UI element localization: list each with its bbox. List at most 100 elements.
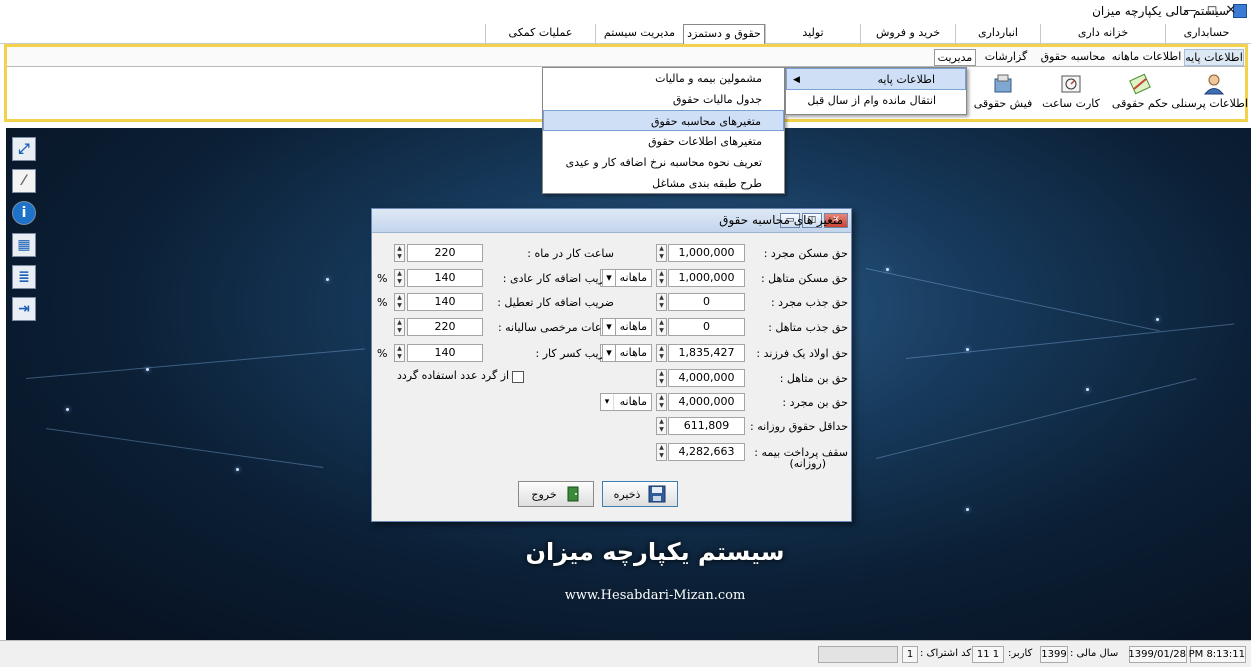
number-field[interactable]: 220: [407, 318, 483, 336]
time-card-label: کارت ساعت: [1042, 97, 1100, 110]
amount-field[interactable]: 1,000,000: [668, 269, 745, 287]
payslip-button[interactable]: فیش حقوقی: [973, 73, 1033, 110]
field-label: ضریب اضافه کار عادی :: [502, 272, 614, 285]
number-field[interactable]: 220: [407, 244, 483, 262]
spin-button-icon[interactable]: ▲ ▼: [394, 344, 405, 362]
salary-decree-button[interactable]: حکم حقوقی: [1110, 73, 1170, 110]
ribbon-tab-reports[interactable]: گزارشات: [977, 49, 1035, 66]
personnel-info-button[interactable]: اطلاعات پرسنلی: [1171, 73, 1248, 110]
menu-tab-production[interactable]: تولید: [765, 24, 860, 44]
payslip-icon: [994, 74, 1012, 93]
background-line: [906, 323, 1235, 359]
menu-tab-system-management[interactable]: مدیریت سیستم: [595, 24, 683, 44]
save-icon: [648, 485, 666, 503]
payslip-label: فیش حقوقی: [973, 97, 1033, 110]
background-light: [236, 468, 239, 471]
menu-tab-inventory[interactable]: انبارداری: [955, 24, 1040, 44]
amount-field[interactable]: 0: [668, 293, 745, 311]
pen-icon[interactable]: ⁄: [12, 169, 36, 193]
spin-button-icon[interactable]: ▲ ▼: [394, 244, 405, 262]
period-select[interactable]: ماهانه ▾: [600, 393, 652, 411]
spin-button-icon[interactable]: ▲ ▼: [394, 318, 405, 336]
amount-field[interactable]: 0: [668, 318, 745, 336]
number-field[interactable]: 140: [407, 344, 483, 362]
right-field-row: سقف پرداخت بیمه : (روزانه) 4,282,663 ▲ ▼: [372, 443, 853, 470]
popmenu-item-base-info[interactable]: اطلاعات پایه ◀: [786, 68, 966, 90]
menu-item-salary-calc-variables[interactable]: متغیرهای محاسبه حقوق: [543, 110, 784, 131]
number-field[interactable]: 140: [407, 269, 483, 287]
save-button[interactable]: ذخیره: [602, 481, 678, 507]
subscription-label: کد اشتراک :: [920, 648, 972, 659]
ribbon-tab-base-info[interactable]: اطلاعات پایه: [1184, 49, 1244, 66]
field-label: ساعت کار در ماه :: [527, 247, 614, 260]
left-field-row: ساعت کار در ماه : 220 ▲ ▼: [372, 244, 614, 264]
spin-button-icon[interactable]: ▲ ▼: [656, 244, 667, 262]
amount-field[interactable]: 1,000,000: [668, 244, 745, 262]
user-label: کاربر:: [1008, 648, 1033, 659]
menu-item-insurance-tax-subjects[interactable]: مشمولین بیمه و مالیات: [543, 68, 784, 89]
background-light: [1156, 318, 1159, 321]
amount-field[interactable]: 4,282,663: [668, 443, 745, 461]
close-button[interactable]: ✕: [1211, 0, 1251, 22]
spin-button-icon[interactable]: ▲ ▼: [394, 293, 405, 311]
calculator-icon[interactable]: ▦: [12, 233, 36, 257]
save-label: ذخیره: [613, 487, 641, 501]
field-label-suffix: (روزانه): [789, 457, 826, 470]
dialog-title: متغیر های محاسبه حقوق: [719, 213, 843, 227]
menu-tab-payroll[interactable]: حقوق و دستمزد: [683, 24, 765, 44]
timecard-icon: [1061, 75, 1081, 93]
background-line: [876, 378, 1197, 459]
chevron-down-icon[interactable]: ▾: [602, 269, 616, 287]
menu-tab-treasury[interactable]: خزانه داری: [1040, 24, 1165, 44]
base-info-submenu: مشمولین بیمه و مالیات جدول مالیات حقوق م…: [542, 67, 785, 194]
exit-button[interactable]: خروج: [518, 481, 594, 507]
exit-icon[interactable]: ⇥: [12, 297, 36, 321]
left-field-row: ضریب کسر کار :140 ▲ ▼% ▾: [372, 344, 616, 364]
spin-button-icon[interactable]: ▲ ▼: [394, 269, 405, 287]
expand-icon[interactable]: ⤢: [12, 137, 36, 161]
menu-tab-sales[interactable]: خرید و فروش: [860, 24, 955, 44]
dialog-title-bar: ✕ ◫ ▭ متغیر های محاسبه حقوق: [372, 209, 851, 233]
ribbon-tab-monthly-info[interactable]: اطلاعات ماهانه: [1109, 49, 1184, 66]
amount-field[interactable]: 611,809: [668, 417, 745, 435]
exit-door-icon: [567, 486, 579, 502]
blurred-field: [818, 646, 898, 663]
menu-tab-utilities[interactable]: عملیات کمکی: [485, 24, 595, 44]
spin-button-icon[interactable]: ▲ ▼: [656, 269, 667, 287]
spin-button-icon[interactable]: ▲ ▼: [656, 344, 667, 362]
popmenu-item-loan-transfer[interactable]: انتقال مانده وام از سال قبل: [786, 90, 966, 112]
fiscal-year-label: سال مالی :: [1070, 648, 1119, 659]
ribbon-tab-salary-calc[interactable]: محاسبه حقوق: [1037, 49, 1109, 66]
amount-field[interactable]: 4,000,000: [668, 393, 745, 411]
management-popup-menu: اطلاعات پایه ◀ انتقال مانده وام از سال ق…: [785, 67, 967, 115]
user-value: 1 11: [972, 646, 1004, 663]
subscription-value: 1: [902, 646, 918, 663]
spin-button-icon[interactable]: ▲ ▼: [656, 443, 667, 461]
menu-tab-accounting[interactable]: حسابداری: [1165, 24, 1247, 44]
person-icon: [1203, 74, 1225, 95]
info-icon[interactable]: i: [12, 201, 36, 225]
fiscal-year-value: 1399: [1040, 646, 1068, 663]
spin-button-icon[interactable]: ▲ ▼: [656, 393, 667, 411]
chevron-down-icon[interactable]: ▾: [602, 344, 616, 362]
number-field[interactable]: 140: [407, 293, 483, 311]
brand-url: www.Hesabdari-Mizan.com: [564, 588, 746, 603]
salary-decree-label: حکم حقوقی: [1111, 97, 1169, 110]
menu-item-salary-info-variables[interactable]: متغیرهای اطلاعات حقوق: [543, 131, 784, 152]
background-light: [66, 408, 69, 411]
ribbon-tab-management[interactable]: مدیریت: [934, 49, 976, 66]
time-card-button[interactable]: کارت ساعت: [1038, 73, 1104, 110]
menu-item-overtime-rate-definition[interactable]: تعریف نحوه محاسبه نرخ اضافه کار و عیدی: [543, 152, 784, 173]
field-label: ضریب اضافه کار تعطیل :: [497, 296, 614, 309]
chevron-down-icon[interactable]: ▾: [602, 318, 616, 336]
spin-button-icon[interactable]: ▲ ▼: [656, 369, 667, 387]
spin-button-icon[interactable]: ▲ ▼: [656, 417, 667, 435]
menu-item-job-classification[interactable]: طرح طبقه بندی مشاغل: [543, 173, 784, 194]
spin-button-icon[interactable]: ▲ ▼: [656, 318, 667, 336]
amount-field[interactable]: 4,000,000: [668, 369, 745, 387]
notes-icon[interactable]: ≣: [12, 265, 36, 289]
spin-button-icon[interactable]: ▲ ▼: [656, 293, 667, 311]
amount-field[interactable]: 1,835,427: [668, 344, 745, 362]
menu-item-salary-tax-table[interactable]: جدول مالیات حقوق: [543, 89, 784, 110]
field-label: حق اولاد یک فرزند :: [756, 347, 848, 360]
